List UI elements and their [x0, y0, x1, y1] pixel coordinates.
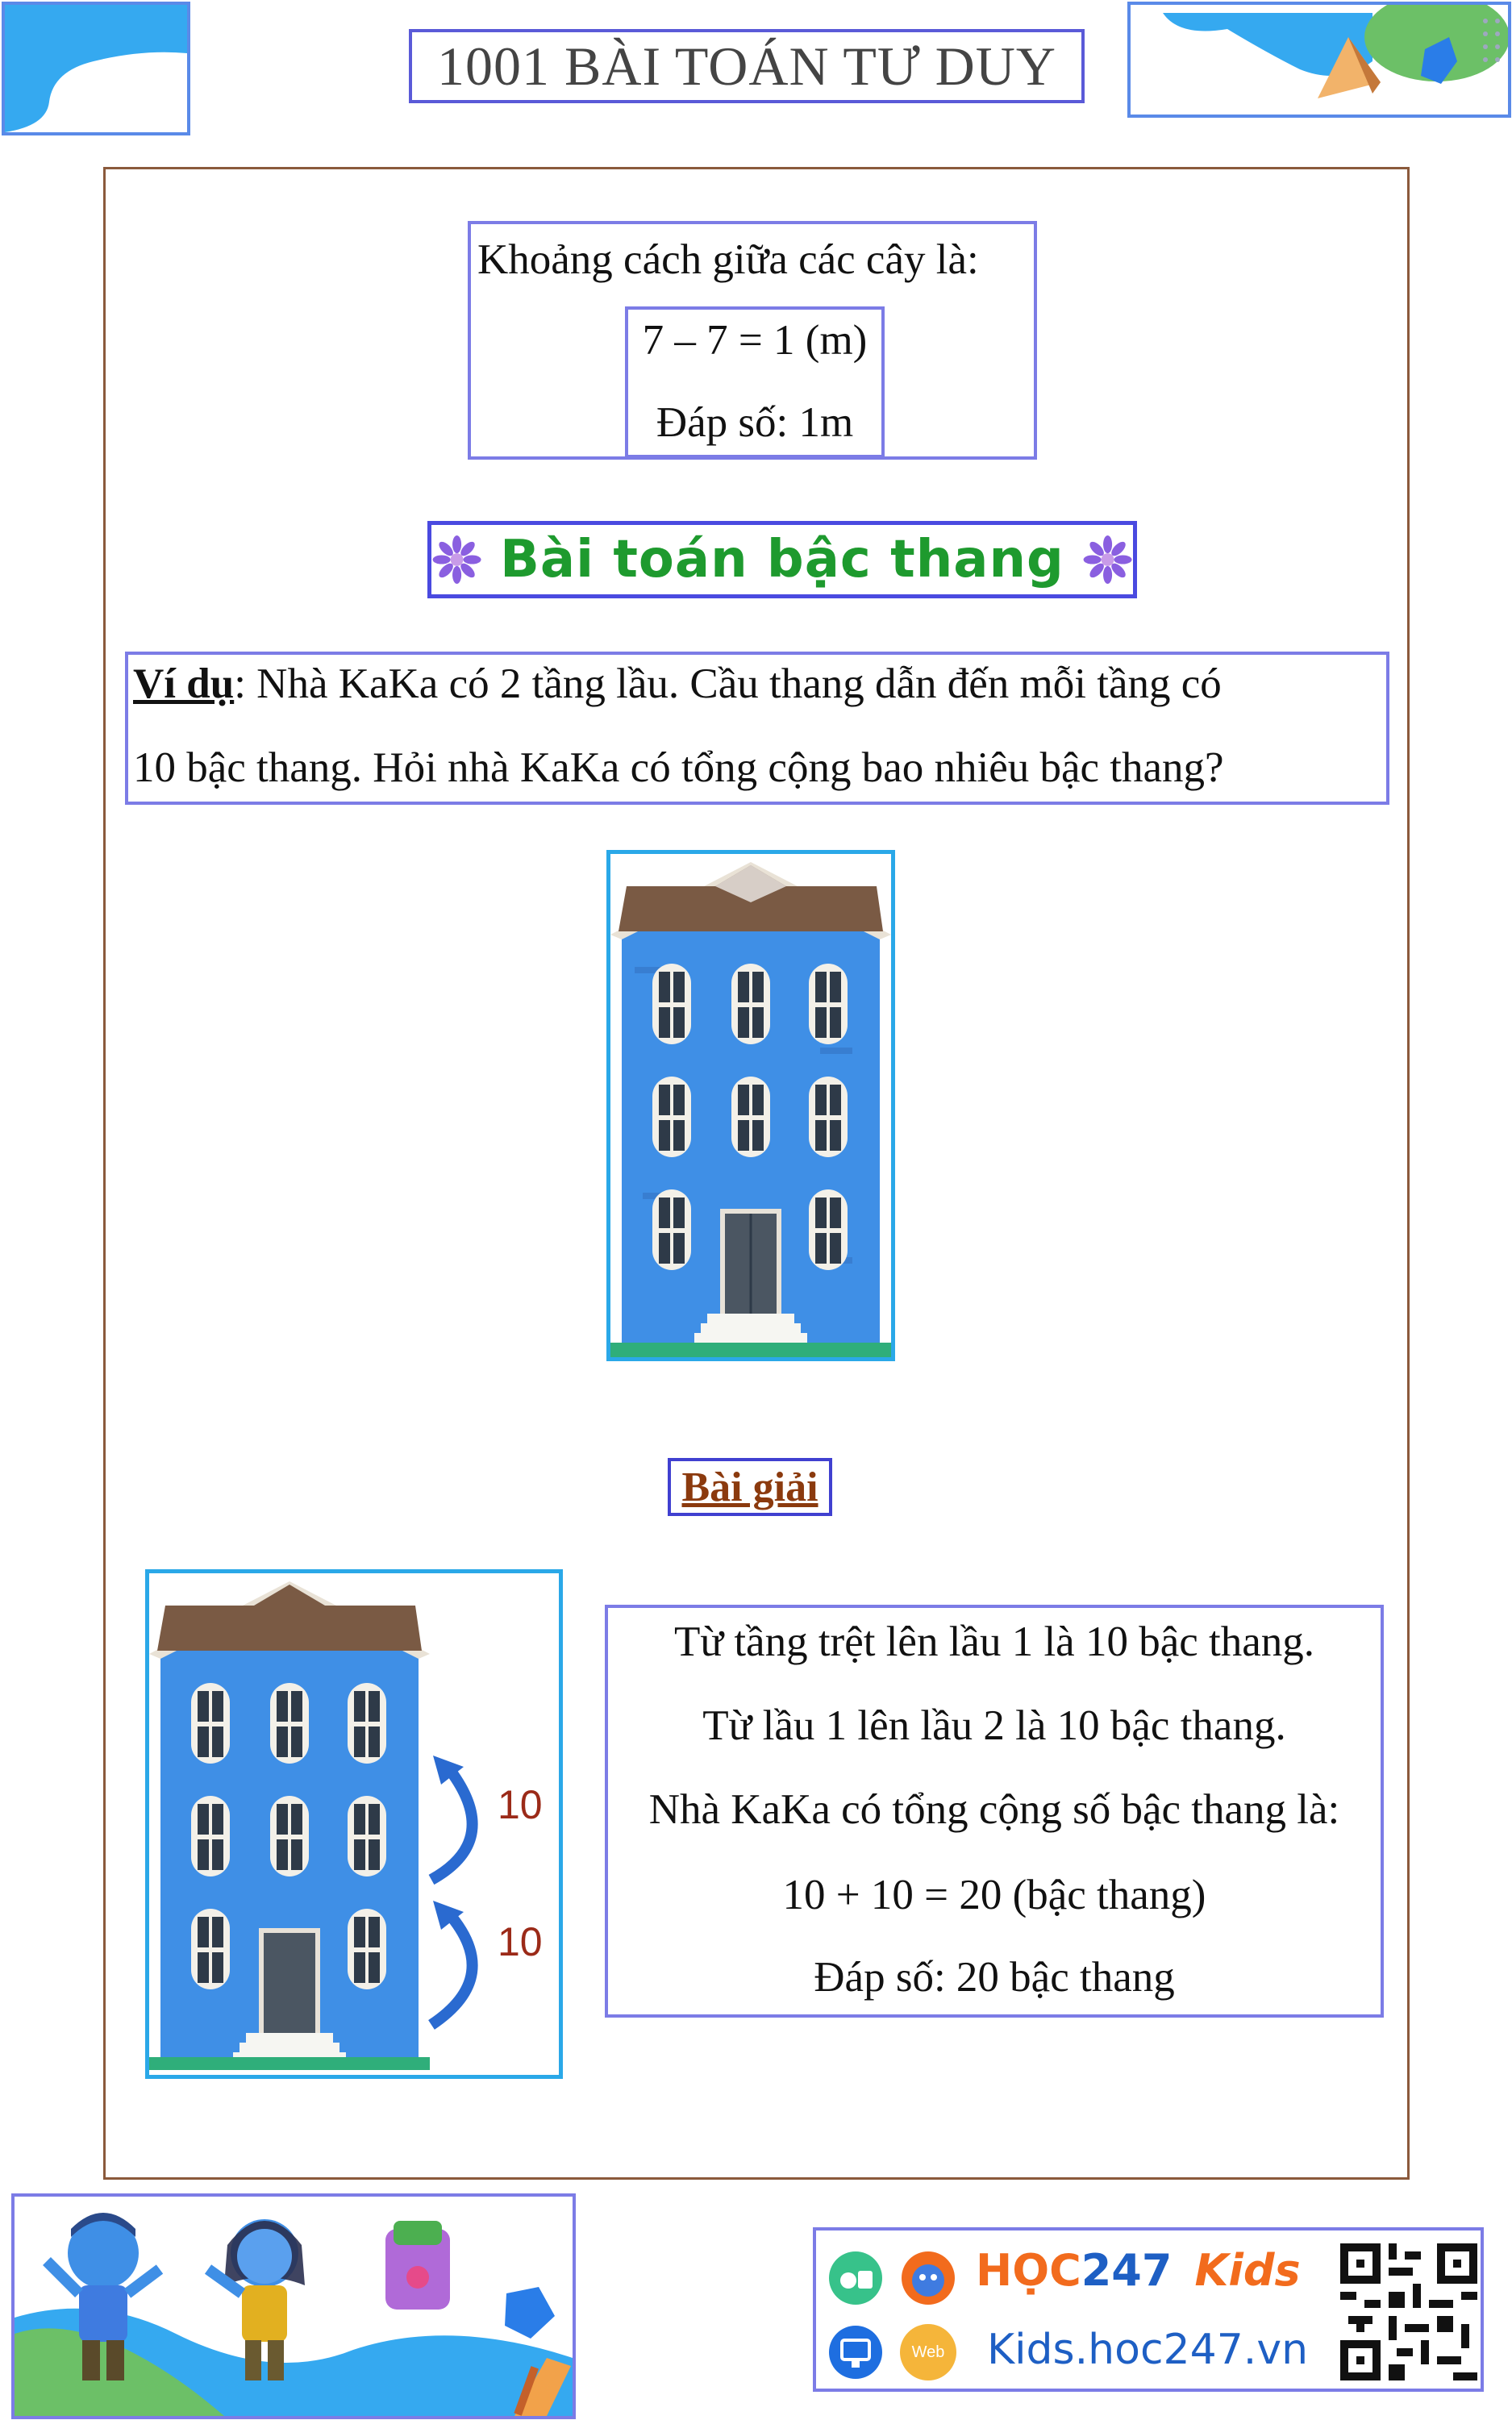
backpack-icon	[385, 2221, 450, 2310]
brand-site-link[interactable]: Kids.hoc247.vn	[987, 2326, 1308, 2374]
arrow-up-icon	[428, 1763, 478, 1885]
solution-equation: 10 + 10 = 20 (bậc thang)	[782, 1872, 1206, 1918]
brand-hoc: HỌC	[976, 2245, 1081, 2296]
footer-brand-panel: HỌC247 Kids Web Kids.hoc247.vn	[813, 2227, 1484, 2392]
brand-logo: HỌC247 Kids	[976, 2245, 1301, 2296]
qr-code-icon	[1340, 2243, 1477, 2380]
brand-247: 247	[1081, 2245, 1173, 2296]
stairs-count-lower: 10	[498, 1919, 543, 1964]
decorative-shapes-cluster	[1163, 0, 1510, 98]
example-line-1: Ví dụ: Nhà KaKa có 2 tầng lầu. Cầu thang…	[133, 660, 1383, 708]
header-decoration-right	[1127, 0, 1511, 118]
building-illustration	[610, 862, 891, 1357]
previous-answer-line-1: Khoảng cách giữa các cây là:	[477, 236, 979, 283]
pentagon-shape	[505, 2287, 555, 2339]
solution-line-3: Nhà KaKa có tổng cộng số bậc thang là:	[648, 1786, 1340, 1833]
example-problem-box: Ví dụ: Nhà KaKa có 2 tầng lầu. Cầu thang…	[125, 652, 1389, 805]
example-label: Ví dụ	[133, 660, 235, 707]
desktop-icon	[829, 2326, 882, 2379]
previous-answer-equation: 7 – 7 = 1 (m)	[642, 317, 868, 364]
brand-kids: Kids	[1194, 2245, 1301, 2296]
footer-kids-illustration	[11, 2193, 576, 2419]
web-badge-label: Web	[911, 2343, 945, 2361]
kids-illustration	[15, 2213, 573, 2416]
header-decoration-left	[2, 2, 190, 135]
solution-title: Bài giải	[681, 1464, 818, 1510]
page-header-title: 1001 BÀI TOÁN TƯ DUY	[437, 35, 1056, 97]
flower-icon	[432, 535, 481, 584]
solution-answer: Đáp số: 20 bậc thang	[814, 1954, 1175, 2001]
building-figure	[606, 850, 895, 1361]
example-text-line-2: 10 bậc thang. Hỏi nhà KaKa có tổng cộng …	[133, 744, 1224, 791]
solution-line-2: Từ lầu 1 lên lầu 2 là 10 bậc thang.	[702, 1702, 1286, 1749]
section-title-box: Bài toán bậc thang	[427, 521, 1137, 598]
arrow-up-icon	[428, 1908, 478, 2030]
stairs-count-upper: 10	[498, 1782, 543, 1827]
app-store-icon	[829, 2251, 882, 2305]
previous-answer-calc-box: 7 – 7 = 1 (m) Đáp số: 1m	[625, 306, 885, 458]
web-badge-icon: Web	[900, 2324, 956, 2380]
header-title-box: 1001 BÀI TOÁN TƯ DUY	[409, 29, 1085, 103]
solution-line-1: Từ tầng trệt lên lầu 1 là 10 bậc thang.	[673, 1618, 1315, 1665]
section-title: Bài toán bậc thang	[500, 530, 1064, 589]
solution-text-box: Từ tầng trệt lên lầu 1 là 10 bậc thang. …	[605, 1605, 1384, 2018]
flower-icon	[1083, 535, 1132, 584]
fox-mascot-icon	[902, 2251, 955, 2305]
solution-title-box: Bài giải	[668, 1458, 832, 1516]
example-text-line-1: : Nhà KaKa có 2 tầng lầu. Cầu thang dẫn …	[234, 660, 1222, 707]
previous-answer-result: Đáp số: 1m	[656, 399, 854, 446]
building-with-stairs-figure: 10 10	[145, 1569, 563, 2079]
decorative-wave-shape	[5, 5, 187, 132]
